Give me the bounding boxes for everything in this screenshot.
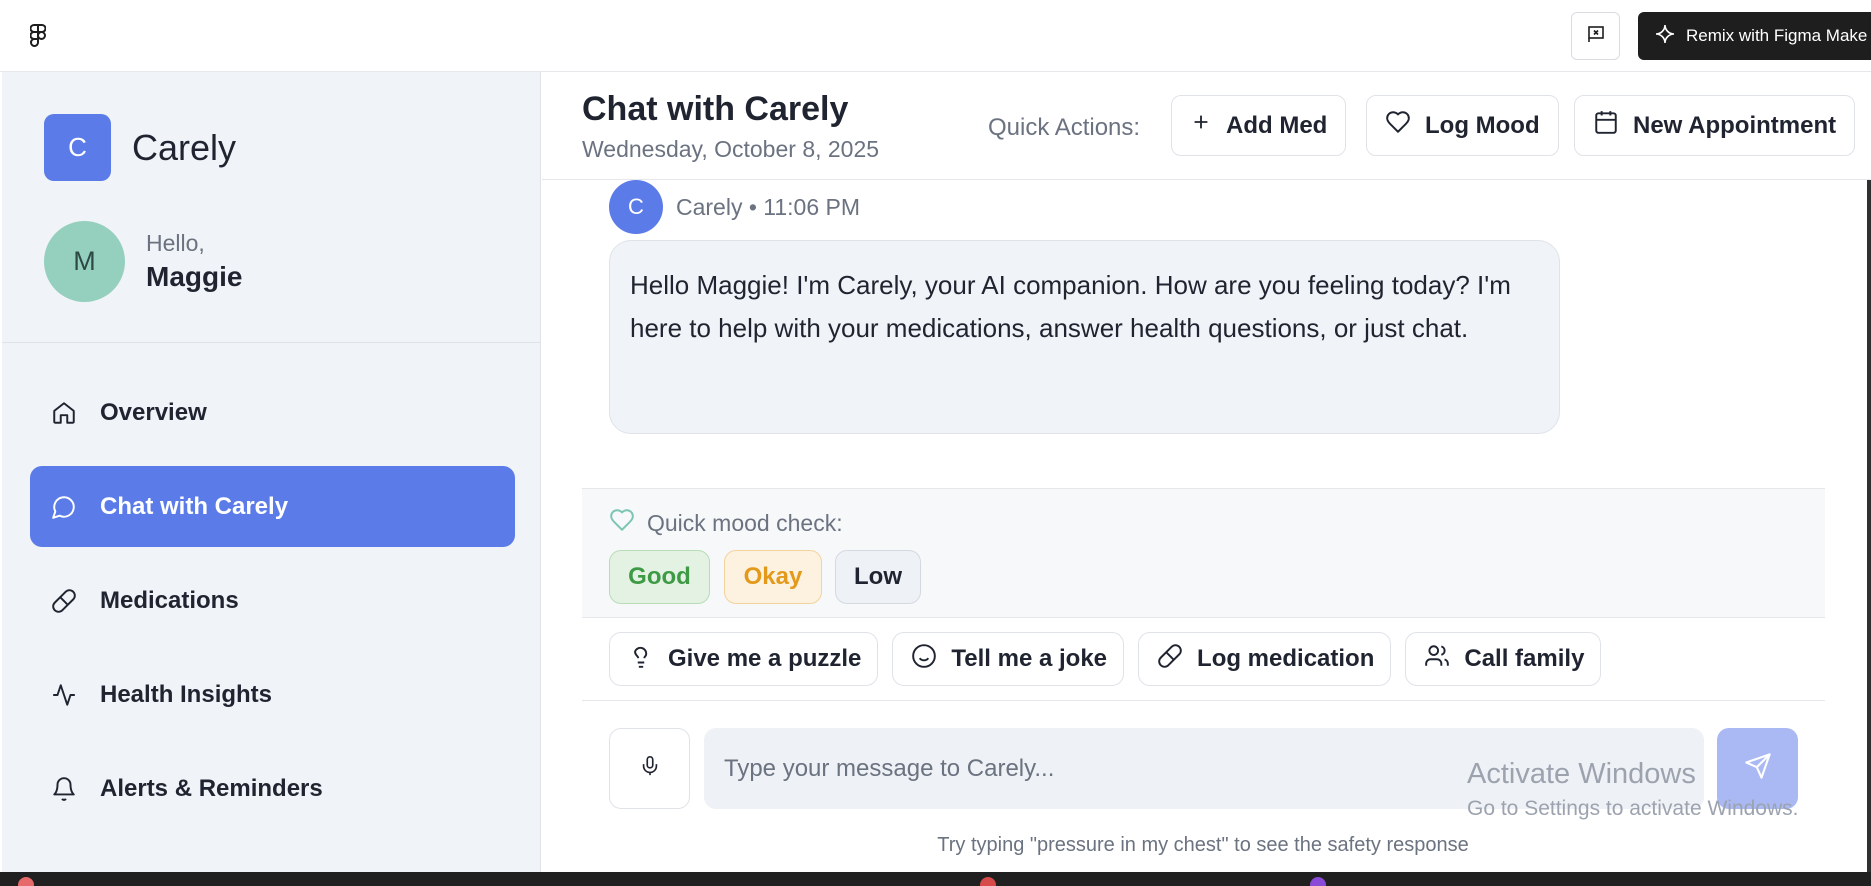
composer-divider	[582, 700, 1825, 701]
add-med-button[interactable]: Add Med	[1171, 95, 1347, 156]
sidebar-item-chat[interactable]: Chat with Carely	[30, 466, 515, 547]
mood-okay-button[interactable]: Okay	[724, 550, 822, 604]
chat-icon	[50, 493, 78, 521]
remix-label: Remix with Figma Make	[1686, 26, 1868, 45]
suggestion-row: Give me a puzzle Tell me a joke Log medi…	[609, 632, 1602, 686]
mood-low-button[interactable]: Low	[835, 550, 921, 604]
assistant-avatar: C	[609, 180, 663, 234]
quick-actions-label: Quick Actions:	[988, 114, 1141, 141]
watermark-title: Activate Windows	[1467, 758, 1696, 790]
taskbar-app-icon[interactable]	[1310, 877, 1326, 886]
avatar: M	[44, 221, 125, 302]
mood-check-label-row: Quick mood check:	[609, 507, 843, 539]
home-icon	[50, 399, 78, 427]
sidebar-item-medications[interactable]: Medications	[30, 560, 515, 641]
sidebar-item-label: Overview	[100, 398, 207, 426]
figma-topbar: Remix with Figma Make	[0, 0, 1871, 72]
users-icon	[1424, 643, 1450, 676]
sidebar-nav: Overview Chat with Carely Medications He…	[30, 372, 515, 842]
watermark-subtitle: Go to Settings to activate Windows.	[1467, 797, 1799, 820]
microphone-icon	[639, 753, 661, 784]
figma-make-icon	[1654, 23, 1676, 50]
suggestion-label: Log medication	[1197, 645, 1375, 672]
brand-name: Carely	[132, 126, 237, 168]
bell-icon	[50, 775, 78, 803]
taskbar-app-icon[interactable]	[18, 877, 34, 886]
sidebar-item-label: Chat with Carely	[100, 492, 289, 520]
user-profile: M Hello, Maggie	[44, 221, 242, 302]
sidebar-item-health-insights[interactable]: Health Insights	[30, 654, 515, 735]
remix-button[interactable]: Remix with Figma Make	[1638, 12, 1871, 60]
sidebar-item-label: Health Insights	[100, 680, 273, 708]
suggestion-call-family-button[interactable]: Call family	[1405, 632, 1602, 686]
suggestion-log-medication-button[interactable]: Log medication	[1138, 632, 1392, 686]
heart-icon	[1385, 109, 1411, 142]
scrollbar[interactable]	[1867, 180, 1871, 872]
log-mood-label: Log Mood	[1425, 111, 1540, 139]
page-date: Wednesday, October 8, 2025	[582, 136, 880, 162]
smile-icon	[911, 643, 937, 676]
brand: C Carely	[44, 114, 236, 181]
calendar-icon	[1593, 109, 1619, 142]
mood-check-label: Quick mood check:	[647, 509, 843, 536]
page-title: Chat with Carely	[582, 90, 849, 128]
pill-icon	[50, 587, 78, 615]
figma-logo-icon[interactable]	[24, 22, 52, 50]
new-appointment-label: New Appointment	[1633, 111, 1837, 139]
app-frame: C Carely M Hello, Maggie Overview Chat w…	[0, 72, 1871, 872]
lightbulb-icon	[628, 643, 654, 676]
page-header: Chat with Carely Wednesday, October 8, 2…	[542, 72, 1871, 180]
taskbar-app-icon[interactable]	[980, 877, 996, 886]
windows-watermark: Activate Windows Go to Settings to activ…	[1467, 758, 1799, 821]
suggestion-joke-button[interactable]: Tell me a joke	[892, 632, 1125, 686]
new-appointment-button[interactable]: New Appointment	[1574, 95, 1856, 156]
sidebar-item-label: Alerts & Reminders	[100, 774, 323, 802]
sidebar-item-label: Medications	[100, 586, 239, 614]
message-bubble: Hello Maggie! I'm Carely, your AI compan…	[609, 240, 1560, 434]
mood-check: Quick mood check: Good Okay Low	[582, 488, 1825, 618]
safety-hint: Try typing "pressure in my chest" to see…	[937, 834, 1469, 856]
sidebar-item-overview[interactable]: Overview	[30, 372, 515, 453]
suggestion-puzzle-button[interactable]: Give me a puzzle	[609, 632, 879, 686]
taskbar	[0, 872, 1871, 886]
plus-icon	[1190, 111, 1212, 140]
suggestion-label: Call family	[1464, 645, 1585, 672]
log-mood-button[interactable]: Log Mood	[1366, 95, 1559, 156]
sidebar-item-alerts[interactable]: Alerts & Reminders	[30, 748, 515, 829]
greeting: Hello,	[146, 230, 205, 257]
suggestion-label: Tell me a joke	[951, 645, 1108, 672]
message-header: C Carely • 11:06 PM	[609, 180, 860, 234]
add-med-label: Add Med	[1226, 111, 1328, 139]
brand-logo: C	[44, 114, 111, 181]
mood-good-button[interactable]: Good	[609, 550, 710, 604]
heart-icon	[609, 507, 635, 539]
pill-icon	[1157, 643, 1183, 676]
user-name: Maggie	[146, 261, 243, 293]
suggestion-label: Give me a puzzle	[668, 645, 862, 672]
report-flag-icon	[1586, 24, 1606, 49]
sidebar-divider	[2, 342, 541, 343]
activity-icon	[50, 681, 78, 709]
report-button[interactable]	[1571, 12, 1620, 60]
microphone-button[interactable]	[609, 728, 690, 809]
message-meta: Carely • 11:06 PM	[676, 193, 861, 220]
sidebar: C Carely M Hello, Maggie Overview Chat w…	[0, 72, 541, 872]
